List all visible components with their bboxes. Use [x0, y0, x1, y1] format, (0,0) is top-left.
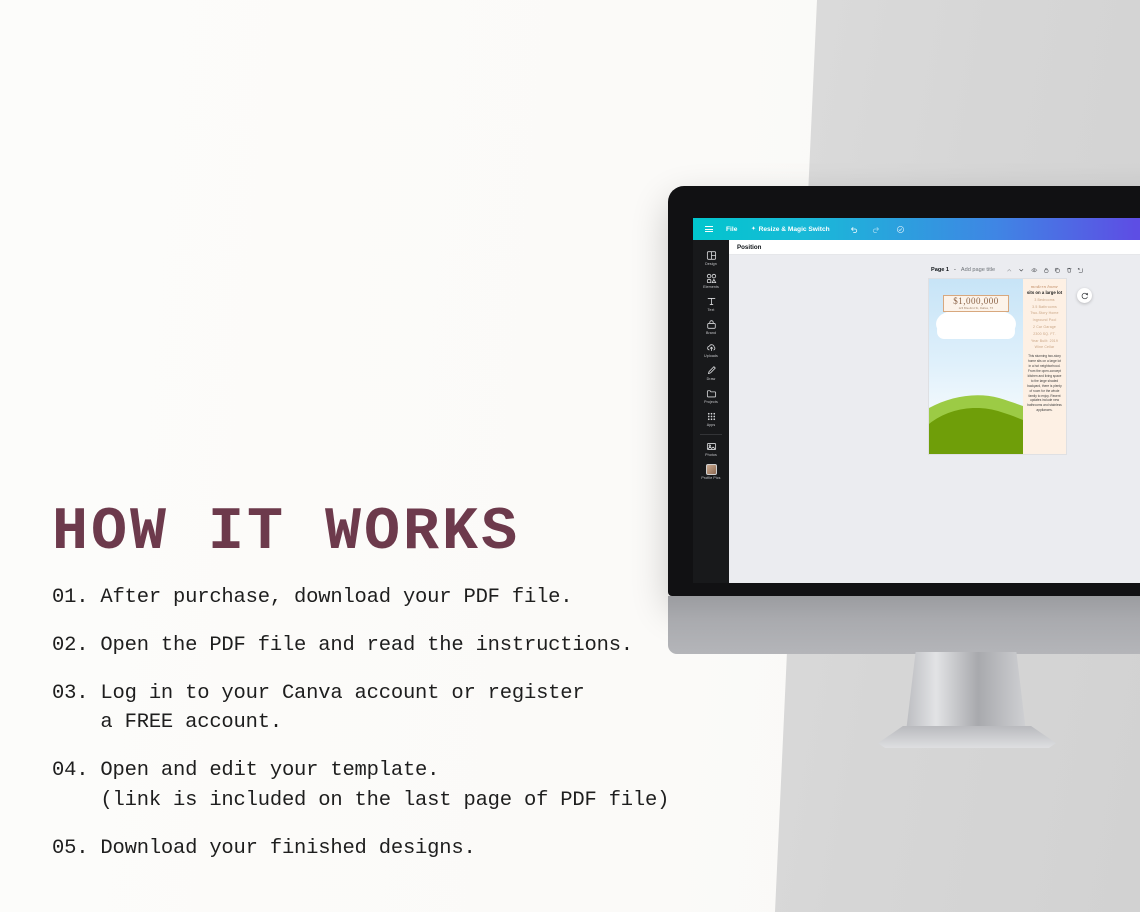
canva-sidebar: Design Elements Text Brand Uploads Draw … — [693, 240, 729, 583]
sidebar-label: Projects — [704, 400, 718, 404]
feature-item: Inground Pool — [1032, 318, 1057, 323]
sidebar-divider — [700, 434, 722, 435]
apps-grid-icon — [706, 411, 717, 422]
page-separator: - — [954, 267, 956, 274]
sidebar-label: Text — [707, 308, 715, 312]
imac-monitor-mockup: File ✦ Resize & Magic Switch Design Elem… — [668, 186, 1140, 748]
position-toolbar: Position — [729, 240, 1140, 255]
brand-icon — [706, 319, 717, 330]
canva-workspace: Position Page 1 - Add page title $1,000,… — [729, 240, 1140, 583]
sidebar-label: Elements — [703, 285, 719, 289]
sidebar-label: Draw — [706, 377, 716, 381]
cloud-saved-icon[interactable] — [896, 225, 905, 234]
sidebar-item-text[interactable]: Text — [693, 292, 729, 315]
monitor-chin — [668, 596, 1140, 654]
design-subtitle: sits on a large lot — [1026, 289, 1063, 295]
lock-icon[interactable] — [1043, 267, 1050, 274]
price-card: $1,000,000 123 Bluebird St, Dallas, TX — [943, 295, 1009, 312]
design-artboard[interactable]: $1,000,000 123 Bluebird St, Dallas, TX m… — [929, 279, 1066, 454]
sidebar-item-elements[interactable]: Elements — [693, 269, 729, 292]
sidebar-item-draw[interactable]: Draw — [693, 361, 729, 384]
hamburger-icon[interactable] — [701, 225, 717, 234]
feature-item: 2 Car Garage — [1032, 325, 1056, 329]
sidebar-label: Brand — [705, 331, 717, 335]
resize-label: Resize & Magic Switch — [758, 225, 830, 233]
sidebar-item-photos[interactable]: Photos — [693, 437, 729, 460]
uploads-cloud-icon — [706, 342, 717, 353]
artboard-details-panel: modern home sits on a large lot 3 Bedroo… — [1023, 279, 1066, 454]
trash-icon[interactable] — [1066, 267, 1073, 274]
undo-icon[interactable] — [850, 225, 858, 233]
feature-item: Two-Story Home — [1030, 311, 1059, 316]
monitor-stand-neck — [906, 652, 1026, 732]
artboard-photo-area: $1,000,000 123 Bluebird St, Dallas, TX — [929, 279, 1023, 454]
sidebar-label: Apps — [706, 423, 716, 427]
sidebar-label: Profile Pics — [701, 476, 721, 480]
monitor-stand-foot — [878, 726, 1056, 748]
price-value: $1,000,000 — [953, 295, 999, 306]
add-page-title-input[interactable]: Add page title — [961, 267, 995, 273]
feature-item: Wine Cellar — [1034, 345, 1055, 350]
canva-toolbar: File ✦ Resize & Magic Switch — [693, 218, 1140, 240]
resize-magic-switch-button[interactable]: ✦ Resize & Magic Switch — [751, 226, 829, 233]
sidebar-item-apps[interactable]: Apps — [693, 407, 729, 430]
duplicate-icon[interactable] — [1054, 267, 1061, 274]
page-number: Page 1 — [931, 267, 950, 274]
elements-icon — [706, 273, 717, 284]
sidebar-item-design[interactable]: Design — [693, 246, 729, 269]
photos-icon — [706, 441, 717, 452]
step-item-3: 03. Log in to your Canva account or regi… — [52, 682, 585, 735]
expand-icon[interactable] — [1077, 267, 1084, 274]
canva-app-screen: File ✦ Resize & Magic Switch Design Elem… — [693, 218, 1140, 583]
step-item-4: 04. Open and edit your template. (link i… — [52, 759, 670, 812]
page-header: Page 1 - Add page title — [931, 267, 1084, 274]
feature-item: 3.5 Bathrooms — [1032, 304, 1057, 309]
sidebar-item-uploads[interactable]: Uploads — [693, 338, 729, 361]
file-menu-button[interactable]: File — [726, 226, 737, 233]
sidebar-label: Uploads — [704, 354, 718, 358]
feature-item: 2300 SQ. FT. — [1033, 331, 1056, 336]
design-script-title: modern home — [1030, 284, 1059, 289]
how-it-works-section: HOW IT WORKS 01. After purchase, downloa… — [52, 503, 712, 863]
property-address: 123 Bluebird St, Dallas, TX — [958, 307, 994, 311]
design-description: This stunning two-story home sits on a l… — [1027, 353, 1062, 413]
sidebar-item-profile-pics[interactable]: Profile Pics — [693, 460, 729, 483]
step-item-1: 01. After purchase, download your PDF fi… — [52, 586, 573, 609]
page-title: HOW IT WORKS — [52, 499, 521, 567]
hills-illustration — [929, 395, 1023, 454]
feature-item: Year Built: 2019 — [1031, 338, 1058, 343]
text-icon — [706, 296, 717, 307]
step-item-5: 05. Download your finished designs. — [52, 836, 476, 860]
sidebar-label: Design — [705, 262, 717, 266]
draw-pen-icon — [706, 365, 717, 376]
canvas-area[interactable]: Page 1 - Add page title $1,000,000 123 B… — [729, 255, 1140, 583]
eye-hide-icon[interactable] — [1031, 267, 1038, 274]
redo-icon[interactable] — [872, 225, 880, 233]
rotate-refresh-icon[interactable] — [1077, 288, 1092, 303]
monitor-bezel: File ✦ Resize & Magic Switch Design Elem… — [668, 186, 1140, 596]
position-button[interactable]: Position — [737, 244, 761, 251]
profile-pics-icon — [705, 464, 717, 475]
canva-body: Design Elements Text Brand Uploads Draw … — [693, 240, 1140, 583]
chevron-down-icon[interactable] — [1018, 267, 1025, 274]
feature-item: 3 Bedrooms — [1034, 297, 1055, 302]
sidebar-item-projects[interactable]: Projects — [693, 384, 729, 407]
projects-folder-icon — [706, 388, 717, 399]
step-item-2: 02. Open the PDF file and read the instr… — [52, 634, 633, 658]
design-icon — [706, 250, 717, 261]
sidebar-label: Photos — [705, 453, 717, 457]
sidebar-item-brand[interactable]: Brand — [693, 315, 729, 338]
sparkle-icon: ✦ — [751, 225, 756, 232]
chevron-up-icon[interactable] — [1006, 267, 1013, 274]
